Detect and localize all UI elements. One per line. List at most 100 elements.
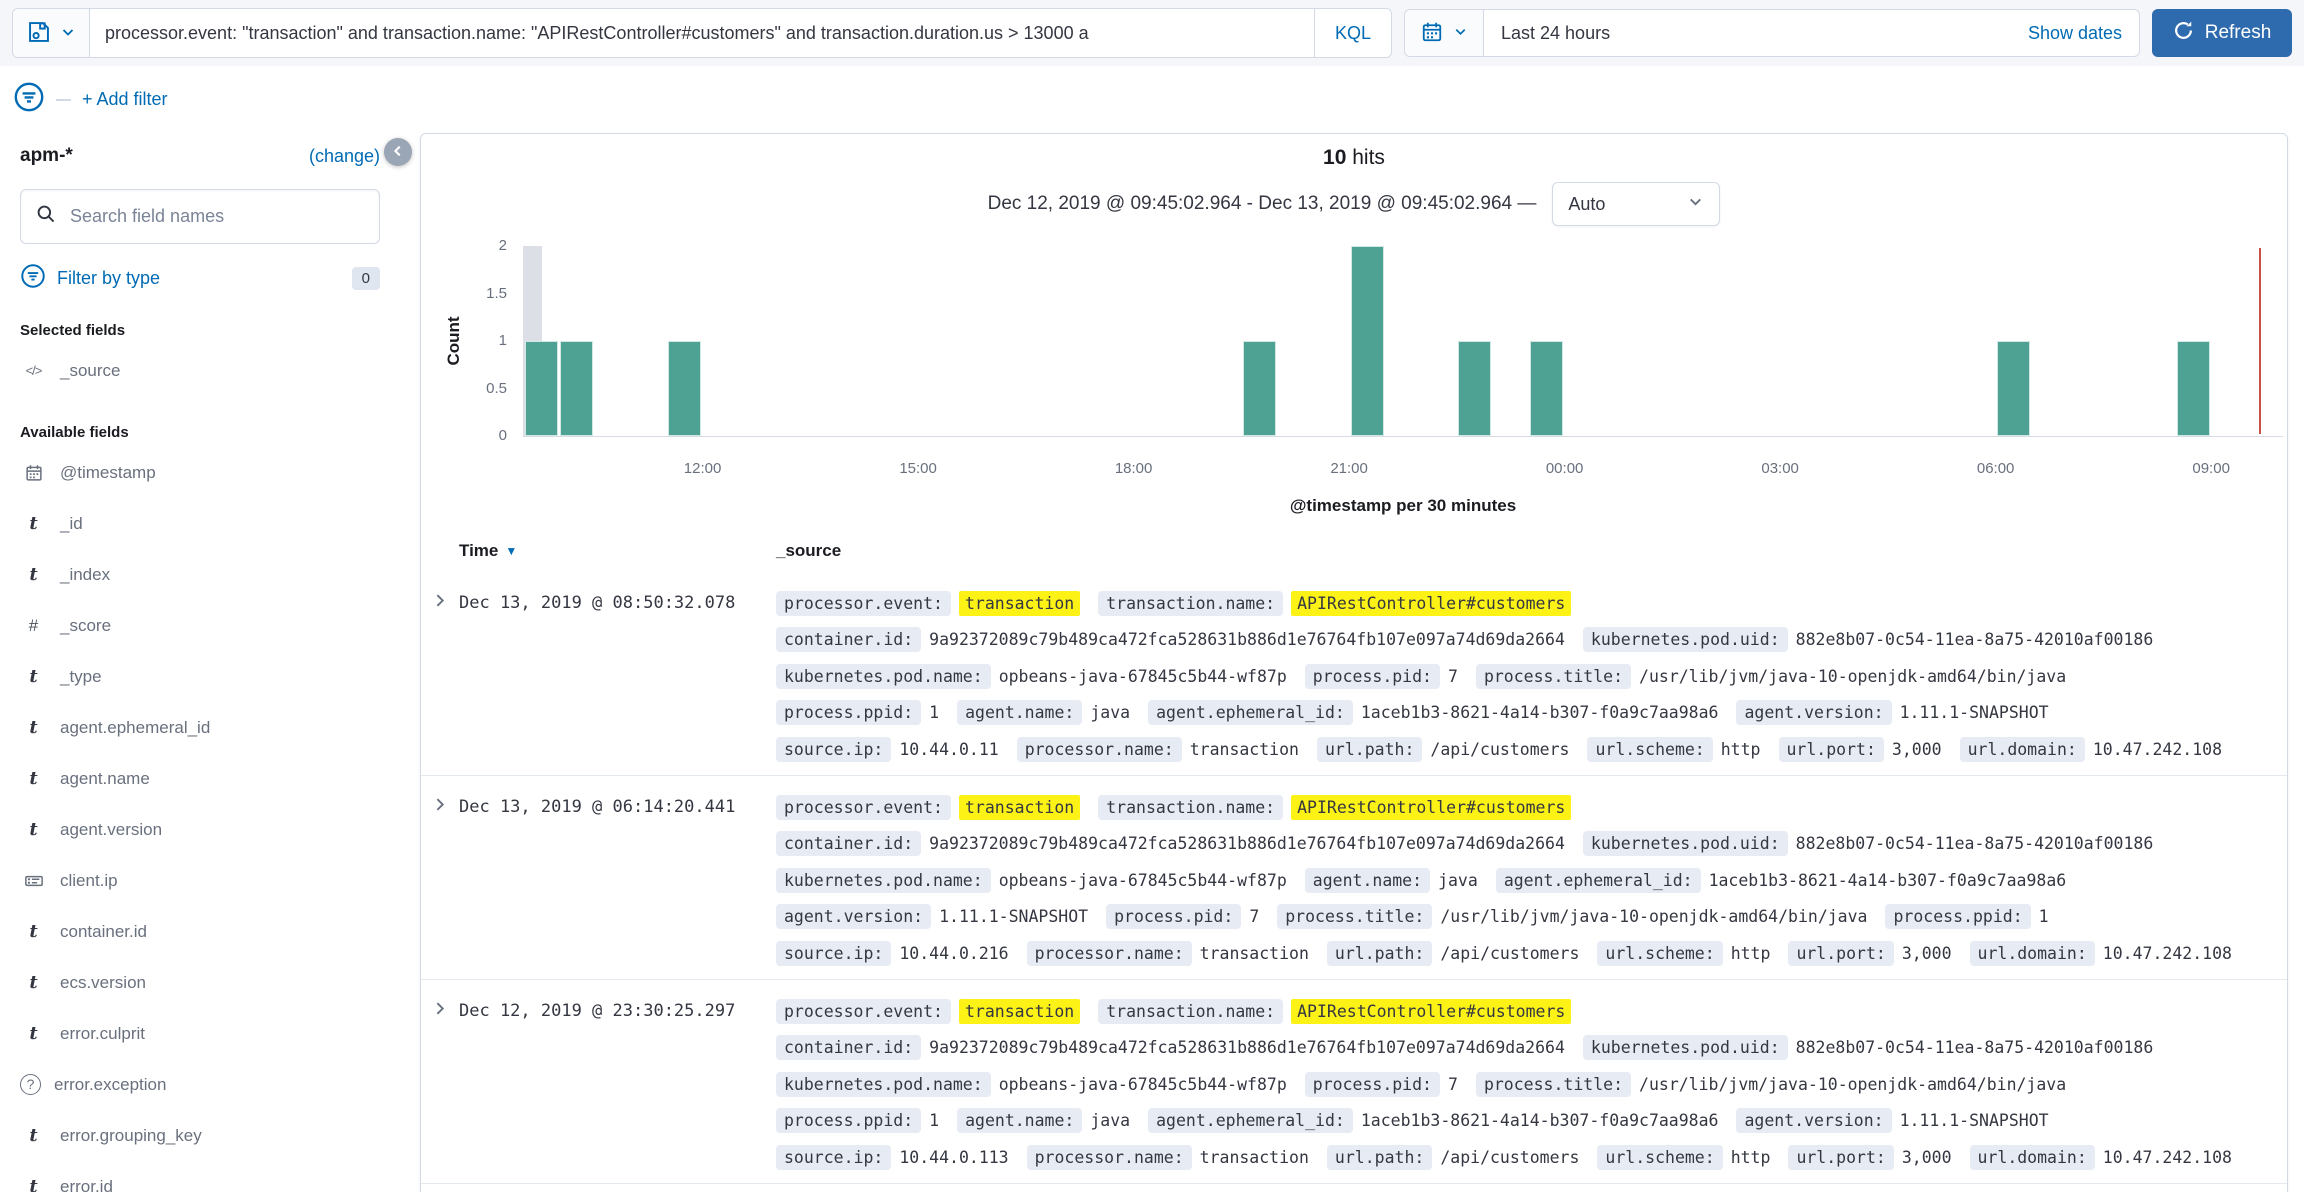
save-query-button[interactable]: [13, 9, 90, 57]
field-value-highlighted: transaction: [959, 795, 1080, 820]
field-item-error.exception[interactable]: ?error.exception: [20, 1059, 380, 1110]
time-range-label[interactable]: Last 24 hours: [1484, 23, 2028, 44]
refresh-icon: [2173, 20, 2194, 47]
field-value: /usr/lib/jvm/java-10-openjdk-amd64/bin/j…: [1639, 1075, 2066, 1094]
interval-select[interactable]: Auto: [1552, 182, 1720, 226]
table-row: Dec 13, 2019 @ 06:14:20.441processor.eve…: [421, 776, 2287, 980]
field-value: java: [1090, 1111, 1130, 1130]
field-value: opbeans-java-67845c5b44-wf87p: [999, 1075, 1287, 1094]
field-value: 10.44.0.11: [899, 740, 998, 759]
collapse-sidebar-button[interactable]: [384, 138, 412, 166]
filter-funnel-icon[interactable]: [13, 81, 45, 118]
field-key-chip: source.ip:: [776, 1145, 891, 1170]
field-item-_source[interactable]: </>_source: [20, 345, 380, 396]
field-value: 1aceb1b3-8621-4a14-b307-f0a9c7aa98a6: [1361, 1111, 1719, 1130]
chevron-left-icon: [391, 144, 405, 161]
available-fields-list: @timestampt_idt_index#_scoret_typetagent…: [20, 447, 380, 1192]
histogram-bar[interactable]: [1530, 341, 1563, 436]
field-key-chip: kubernetes.pod.uid:: [1583, 1035, 1788, 1060]
field-item-agent.version[interactable]: tagent.version: [20, 804, 380, 855]
field-value-highlighted: APIRestController#customers: [1291, 591, 1571, 616]
field-item-agent.ephemeral_id[interactable]: tagent.ephemeral_id: [20, 702, 380, 753]
field-value: 10.47.242.108: [2103, 1148, 2232, 1167]
query-input[interactable]: processor.event: "transaction" and trans…: [90, 9, 1314, 57]
field-key-chip: process.pid:: [1106, 904, 1241, 929]
field-value: transaction: [1190, 740, 1299, 759]
field-key-chip: agent.version:: [776, 904, 931, 929]
time-column-header[interactable]: Time ▼: [459, 541, 517, 561]
histogram-bar[interactable]: [1351, 246, 1384, 436]
doc-timestamp: Dec 13, 2019 @ 06:14:20.441: [459, 789, 735, 825]
histogram-bar[interactable]: [1243, 341, 1276, 436]
field-search-box: [20, 189, 380, 244]
field-item-error.id[interactable]: terror.id: [20, 1161, 380, 1192]
field-item-agent.name[interactable]: tagent.name: [20, 753, 380, 804]
filter-dash: [56, 99, 71, 101]
field-value: http: [1731, 1148, 1771, 1167]
chevron-down-icon: [1687, 193, 1704, 215]
index-pattern-title: apm-*: [20, 145, 73, 167]
number-icon: #: [20, 616, 47, 636]
field-key-chip: agent.ephemeral_id:: [1148, 700, 1353, 725]
field-value: 3,000: [1892, 740, 1942, 759]
field-item-client.ip[interactable]: client.ip: [20, 855, 380, 906]
histogram-bar[interactable]: [1997, 341, 2030, 436]
y-axis-tick: 2: [499, 237, 507, 254]
chevron-right-icon: [431, 597, 448, 612]
field-item-error.grouping_key[interactable]: terror.grouping_key: [20, 1110, 380, 1161]
histogram-bar[interactable]: [560, 341, 593, 436]
doc-timestamp: Dec 13, 2019 @ 08:50:32.078: [459, 585, 735, 621]
field-item-container.id[interactable]: tcontainer.id: [20, 906, 380, 957]
query-bar-group: processor.event: "transaction" and trans…: [12, 8, 1392, 58]
change-index-link[interactable]: (change): [309, 146, 380, 167]
field-key-chip: process.title:: [1476, 664, 1631, 689]
expand-doc-button[interactable]: [431, 592, 448, 612]
field-value: java: [1438, 871, 1478, 890]
field-value-highlighted: transaction: [959, 999, 1080, 1024]
field-key-chip: agent.name:: [957, 1108, 1082, 1133]
field-name: _type: [60, 667, 102, 687]
filter-by-type-button[interactable]: Filter by type 0: [20, 263, 380, 294]
doc-source: processor.event:transactiontransaction.n…: [776, 993, 2279, 1176]
field-name: _score: [60, 616, 111, 636]
kql-button[interactable]: KQL: [1314, 9, 1391, 57]
field-item-_id[interactable]: t_id: [20, 498, 380, 549]
text-icon: t: [20, 1125, 47, 1146]
refresh-button[interactable]: Refresh: [2152, 9, 2292, 57]
show-dates-link[interactable]: Show dates: [2028, 23, 2139, 44]
histogram-bar[interactable]: [525, 341, 558, 436]
field-key-chip: processor.name:: [1027, 1145, 1192, 1170]
field-key-chip: agent.name:: [1305, 868, 1430, 893]
expand-doc-button[interactable]: [431, 1000, 448, 1020]
field-value: /api/customers: [1440, 1148, 1579, 1167]
add-filter-button[interactable]: + Add filter: [82, 89, 168, 110]
field-key-chip: process.ppid:: [776, 700, 921, 725]
field-value: 10.44.0.113: [899, 1148, 1008, 1167]
y-axis-ticks: 00.511.52: [421, 246, 507, 436]
chevron-down-icon: [60, 24, 76, 43]
field-item-@timestamp[interactable]: @timestamp: [20, 447, 380, 498]
histogram-bar[interactable]: [668, 341, 701, 436]
chevron-right-icon: [431, 1005, 448, 1020]
calendar-button[interactable]: [1405, 10, 1484, 56]
field-value: 3,000: [1902, 1148, 1952, 1167]
table-row: Dec 13, 2019 @ 08:50:32.078processor.eve…: [421, 572, 2287, 776]
question-icon: ?: [20, 1074, 41, 1095]
field-search-input[interactable]: [68, 205, 365, 228]
expand-doc-button[interactable]: [431, 796, 448, 816]
source-column-header: _source: [776, 541, 841, 561]
field-item-_type[interactable]: t_type: [20, 651, 380, 702]
field-value: 1.11.1-SNAPSHOT: [1900, 1111, 2049, 1130]
source-icon: </>: [20, 363, 47, 378]
field-value: 7: [1448, 667, 1458, 686]
histogram-bar[interactable]: [1458, 341, 1491, 436]
field-key-chip: kubernetes.pod.name:: [776, 1072, 991, 1097]
x-axis-title: @timestamp per 30 minutes: [523, 496, 2283, 516]
field-item-ecs.version[interactable]: tecs.version: [20, 957, 380, 1008]
field-item-_index[interactable]: t_index: [20, 549, 380, 600]
field-item-_score[interactable]: # _score: [20, 600, 380, 651]
x-axis-tick: 21:00: [1307, 460, 1391, 477]
field-item-error.culprit[interactable]: terror.culprit: [20, 1008, 380, 1059]
histogram-bar[interactable]: [2177, 341, 2210, 436]
y-axis-tick: 0: [499, 427, 507, 444]
